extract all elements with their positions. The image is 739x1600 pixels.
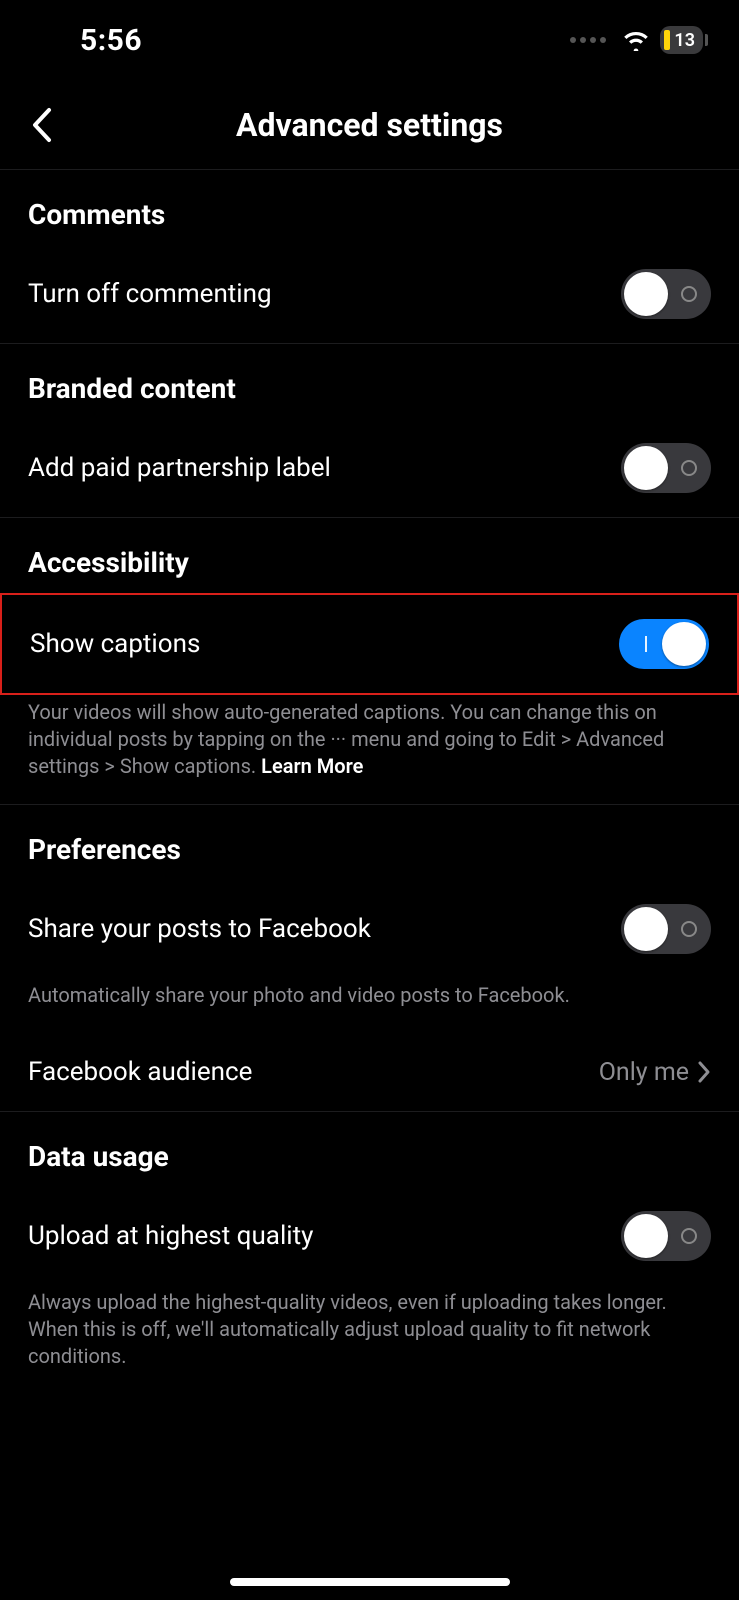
battery-percent: 13 [674, 30, 695, 51]
section-header-preferences: Preferences [0, 805, 739, 880]
captions-footer: Your videos will show auto-generated cap… [0, 695, 739, 804]
share-facebook-footer: Automatically share your photo and video… [0, 978, 739, 1033]
home-indicator[interactable] [230, 1578, 510, 1586]
toggle-share-facebook[interactable] [621, 904, 711, 954]
row-share-facebook[interactable]: Share your posts to Facebook [0, 880, 739, 978]
chevron-right-icon [697, 1060, 711, 1084]
toggle-turn-off-commenting[interactable] [621, 269, 711, 319]
nav-header: Advanced settings [0, 80, 739, 170]
row-label: Share your posts to Facebook [28, 914, 371, 944]
back-button[interactable] [22, 105, 62, 145]
section-header-comments: Comments [0, 170, 739, 245]
row-paid-partnership[interactable]: Add paid partnership label [0, 419, 739, 517]
dots-icon [570, 37, 606, 43]
row-label: Facebook audience [28, 1057, 252, 1087]
section-header-data-usage: Data usage [0, 1112, 739, 1187]
page-title: Advanced settings [236, 106, 503, 144]
facebook-audience-value: Only me [599, 1058, 689, 1087]
row-label: Turn off commenting [28, 279, 272, 309]
row-label: Upload at highest quality [28, 1221, 313, 1251]
battery-indicator: 13 [660, 26, 703, 54]
status-time: 5:56 [80, 23, 142, 58]
toggle-paid-partnership[interactable] [621, 443, 711, 493]
row-show-captions[interactable]: Show captions [0, 593, 739, 695]
status-right: 13 [570, 26, 703, 54]
row-turn-off-commenting[interactable]: Turn off commenting [0, 245, 739, 343]
row-label: Show captions [30, 629, 200, 659]
section-header-branded: Branded content [0, 344, 739, 419]
row-upload-quality[interactable]: Upload at highest quality [0, 1187, 739, 1285]
upload-quality-footer: Always upload the highest-quality videos… [0, 1285, 739, 1394]
chevron-left-icon [31, 107, 53, 143]
learn-more-link[interactable]: Learn More [261, 754, 363, 778]
status-bar: 5:56 13 [0, 0, 739, 80]
row-label: Add paid partnership label [28, 453, 331, 483]
toggle-show-captions[interactable] [619, 619, 709, 669]
section-header-accessibility: Accessibility [0, 518, 739, 593]
row-facebook-audience[interactable]: Facebook audience Only me [0, 1033, 739, 1111]
toggle-upload-quality[interactable] [621, 1211, 711, 1261]
wifi-icon [622, 29, 650, 51]
